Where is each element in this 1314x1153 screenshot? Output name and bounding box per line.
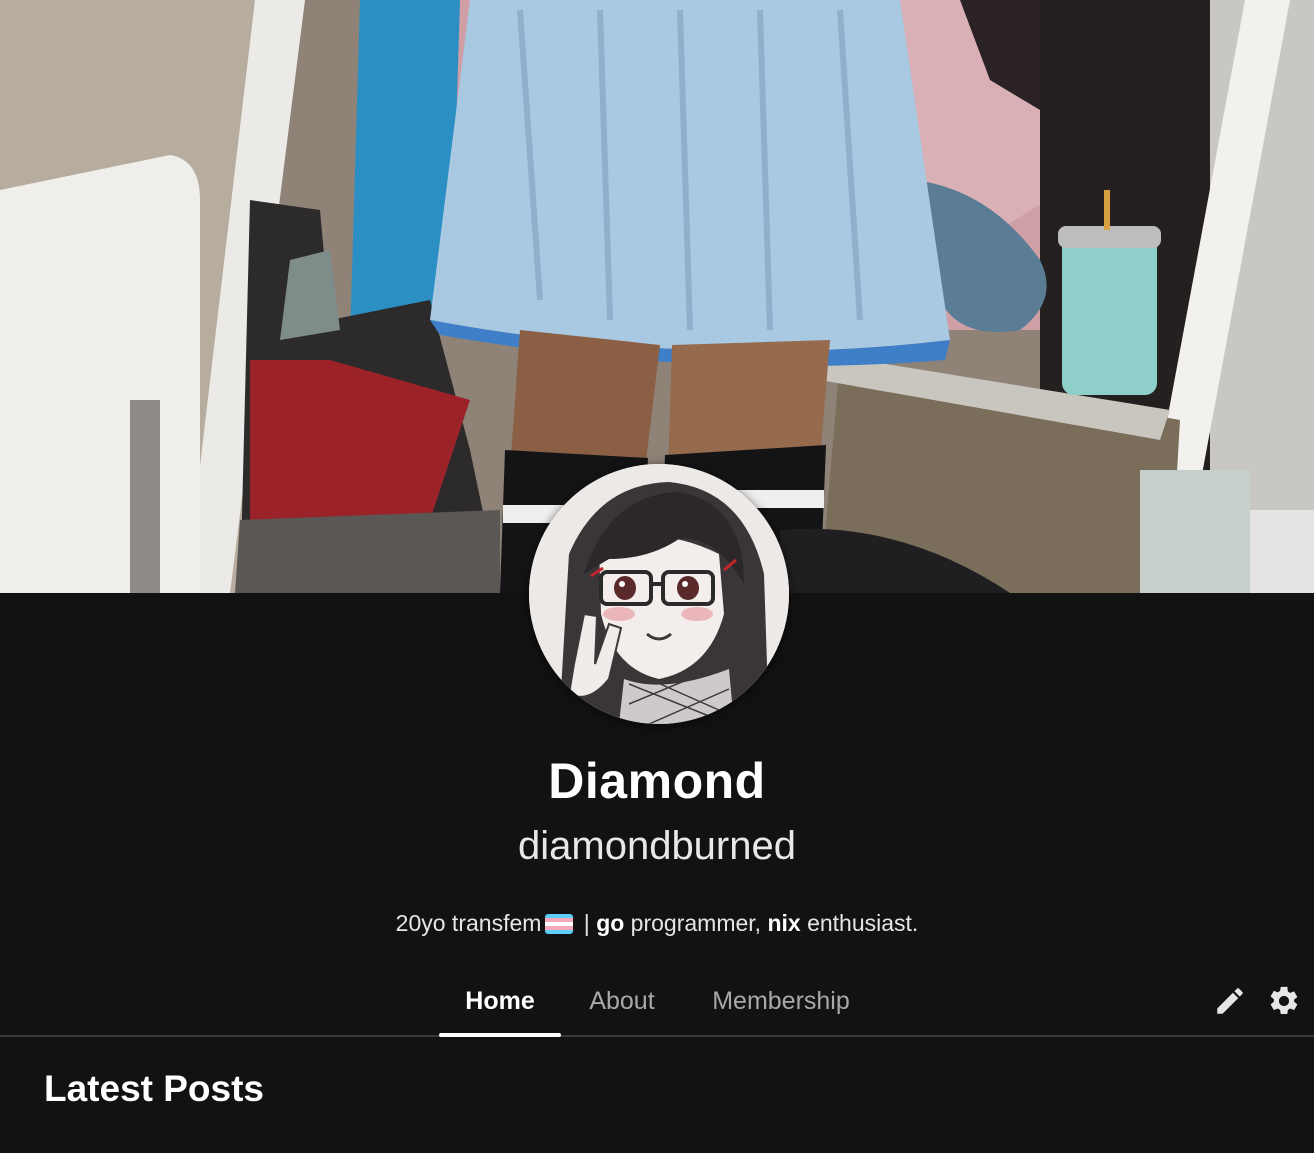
profile-tabs: Home About Membership [0,970,1314,1036]
avatar[interactable] [529,464,789,724]
profile-page: Diamond diamondburned 20yo transfem | go… [0,0,1314,1153]
bio-lang-go: go [596,910,625,936]
bio-prefix: 20yo transfem [395,910,542,936]
trans-flag-icon [545,914,574,934]
bio: 20yo transfem | go programmer, nix enthu… [0,910,1314,937]
username-handle: diamondburned [518,824,796,868]
bio-lang-nix: nix [767,910,801,936]
gear-icon[interactable] [1267,984,1301,1018]
pencil-icon[interactable] [1213,984,1247,1018]
bio-separator: | [577,910,597,936]
tab-about[interactable]: About [572,970,672,1036]
tabs-divider [0,1035,1314,1037]
tab-membership[interactable]: Membership [696,970,866,1036]
active-tab-indicator [439,1033,561,1037]
display-name: Diamond [548,753,766,809]
bio-suffix: enthusiast. [800,910,919,936]
latest-posts-heading: Latest Posts [44,1068,265,1109]
tab-home[interactable]: Home [439,970,561,1036]
bio-middle: programmer, [624,910,768,936]
